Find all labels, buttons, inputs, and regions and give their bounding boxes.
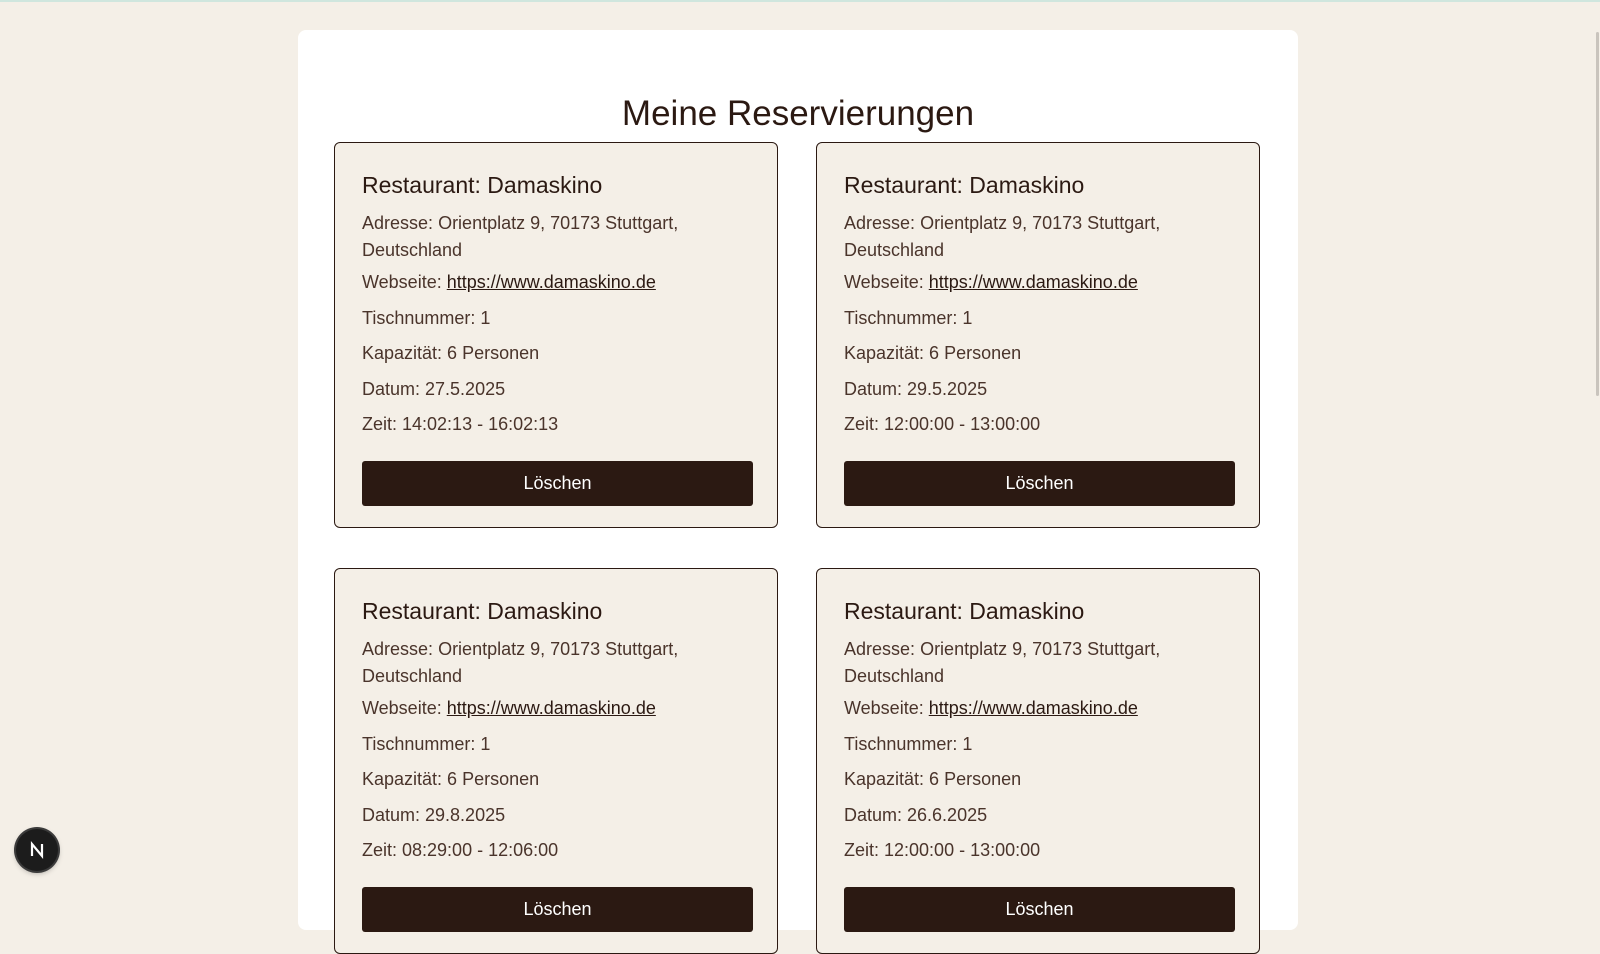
vertical-scrollbar[interactable] xyxy=(1594,0,1600,892)
time-range: Zeit: 12:00:00 - 13:00:00 xyxy=(844,840,1041,860)
restaurant-name: Restaurant: Damaskino xyxy=(844,172,1085,198)
website-line: Webseite: https://www.damaskino.de xyxy=(844,698,1138,718)
website-line: Webseite: https://www.damaskino.de xyxy=(844,272,1138,292)
capacity: Kapazität: 6 Personen xyxy=(362,769,540,789)
website-line: Webseite: https://www.damaskino.de xyxy=(362,272,656,292)
restaurant-name: Restaurant: Damaskino xyxy=(362,172,603,198)
date: Datum: 29.8.2025 xyxy=(362,805,506,825)
page-title: Meine Reservierungen xyxy=(621,94,975,133)
website-link[interactable]: https://www.damaskino.de xyxy=(447,698,656,718)
time-range: Zeit: 14:02:13 - 16:02:13 xyxy=(362,414,559,434)
website-link[interactable]: https://www.damaskino.de xyxy=(447,272,656,292)
scrollbar-thumb[interactable] xyxy=(1596,32,1599,396)
table-number: Tischnummer: 1 xyxy=(844,308,973,328)
capacity: Kapazität: 6 Personen xyxy=(362,343,540,363)
website-line: Webseite: https://www.damaskino.de xyxy=(362,698,656,718)
nextjs-icon xyxy=(30,840,44,860)
website-link[interactable]: https://www.damaskino.de xyxy=(929,272,1138,292)
reservation-card: Restaurant: Damaskino Adresse: Orientpla… xyxy=(334,142,778,528)
website-link[interactable]: https://www.damaskino.de xyxy=(929,698,1138,718)
delete-button[interactable]: Löschen xyxy=(362,887,753,932)
date: Datum: 26.6.2025 xyxy=(844,805,988,825)
address-line: Adresse: Orientplatz 9, 70173 Stuttgart,… xyxy=(362,639,679,686)
address-line: Adresse: Orientplatz 9, 70173 Stuttgart,… xyxy=(844,639,1161,686)
delete-button[interactable]: Löschen xyxy=(844,461,1235,506)
time-range: Zeit: 12:00:00 - 13:00:00 xyxy=(844,414,1041,434)
capacity: Kapazität: 6 Personen xyxy=(844,343,1022,363)
date: Datum: 27.5.2025 xyxy=(362,379,506,399)
table-number: Tischnummer: 1 xyxy=(844,734,973,754)
delete-button[interactable]: Löschen xyxy=(362,461,753,506)
reservation-card: Restaurant: Damaskino Adresse: Orientpla… xyxy=(816,568,1260,954)
table-number: Tischnummer: 1 xyxy=(362,734,491,754)
restaurant-name: Restaurant: Damaskino xyxy=(844,598,1085,624)
time-range: Zeit: 08:29:00 - 12:06:00 xyxy=(362,840,559,860)
reservation-card: Restaurant: Damaskino Adresse: Orientpla… xyxy=(816,142,1260,528)
delete-button[interactable]: Löschen xyxy=(844,887,1235,932)
restaurant-name: Restaurant: Damaskino xyxy=(362,598,603,624)
reservations-panel: Meine Reservierungen Restaurant: Damaski… xyxy=(298,30,1298,954)
top-accent-line xyxy=(0,0,1600,2)
date: Datum: 29.5.2025 xyxy=(844,379,988,399)
capacity: Kapazität: 6 Personen xyxy=(844,769,1022,789)
address-line: Adresse: Orientplatz 9, 70173 Stuttgart,… xyxy=(362,213,679,260)
nextjs-dev-badge[interactable] xyxy=(16,829,58,871)
address-line: Adresse: Orientplatz 9, 70173 Stuttgart,… xyxy=(844,213,1161,260)
table-number: Tischnummer: 1 xyxy=(362,308,491,328)
reservation-card: Restaurant: Damaskino Adresse: Orientpla… xyxy=(334,568,778,954)
